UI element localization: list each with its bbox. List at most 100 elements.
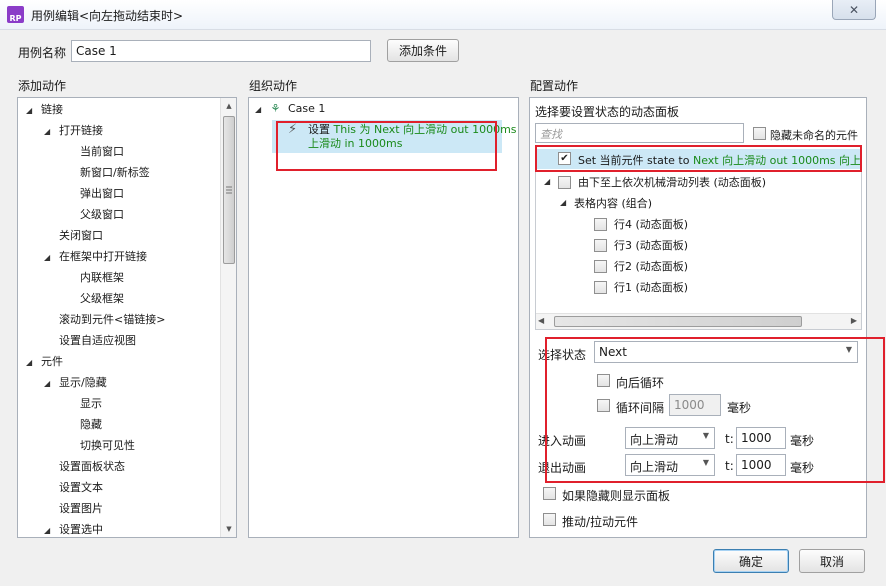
push-pull-checkbox[interactable] bbox=[543, 513, 556, 526]
loop-interval-input[interactable]: 1000 bbox=[669, 394, 721, 416]
search-input[interactable]: 查找 bbox=[535, 123, 744, 143]
action-tree-item-label: 元件 bbox=[41, 355, 63, 368]
select-state-label: 选择状态 bbox=[538, 348, 587, 362]
expand-triangle-icon[interactable]: ◢ bbox=[44, 249, 56, 267]
selected-widget-checkbox[interactable]: ✔ bbox=[558, 152, 571, 165]
ok-button[interactable]: 确定 bbox=[713, 549, 789, 573]
action-tree-item[interactable]: 父级框架 bbox=[62, 290, 124, 308]
enter-animation-dropdown[interactable]: 向上滑动 ▼ bbox=[625, 427, 715, 449]
widget-checkbox[interactable] bbox=[594, 260, 607, 273]
action-tree-item[interactable]: 设置面板状态 bbox=[44, 458, 125, 476]
action-tree-item[interactable]: 内联框架 bbox=[62, 269, 124, 287]
selected-widget-state-detail: Next 向上滑动 out 1000ms 向上滑动 bbox=[692, 154, 862, 167]
collapse-triangle-icon[interactable]: ◢ bbox=[544, 177, 556, 186]
action-tree-item[interactable]: ◢ 链接 bbox=[26, 101, 63, 119]
action-tree-item-label: 父级窗口 bbox=[80, 208, 124, 221]
widget-checkbox[interactable] bbox=[558, 176, 571, 189]
selected-widget-row[interactable]: ✔ Set 当前元件 state to Next 向上滑动 out 1000ms… bbox=[536, 149, 861, 169]
action-tree-item-label: 设置文本 bbox=[59, 481, 103, 494]
widget-tree-item-label[interactable]: 行3 (动态面板) bbox=[614, 237, 688, 255]
add-actions-heading: 添加动作 bbox=[18, 79, 67, 93]
action-tree-scrollbar[interactable]: ▲ ▼ bbox=[220, 98, 236, 537]
widget-checkbox[interactable] bbox=[594, 281, 607, 294]
search-placeholder: 查找 bbox=[540, 128, 562, 141]
action-tree-item[interactable]: 父级窗口 bbox=[62, 206, 124, 224]
action-tree-item[interactable]: 切换可见性 bbox=[62, 437, 135, 455]
action-tree-item[interactable]: ◢ 元件 bbox=[26, 353, 63, 371]
action-tree-item-label: 弹出窗口 bbox=[80, 187, 124, 200]
widget-checkbox[interactable] bbox=[594, 239, 607, 252]
case-tree-icon: ⚘ bbox=[270, 102, 281, 115]
action-tree-item[interactable]: 设置自适应视图 bbox=[44, 332, 136, 350]
add-condition-button[interactable]: 添加条件 bbox=[387, 39, 459, 62]
action-tree-item[interactable]: ◢ 设置选中 bbox=[44, 521, 103, 537]
expand-triangle-icon[interactable]: ◢ bbox=[44, 375, 56, 393]
widget-tree-box: ✔ Set 当前元件 state to Next 向上滑动 out 1000ms… bbox=[535, 146, 862, 330]
action-tree-item[interactable]: ◢ 显示/隐藏 bbox=[44, 374, 107, 392]
loop-interval-checkbox[interactable] bbox=[597, 399, 610, 412]
action-prefix: 设置 bbox=[308, 123, 330, 136]
cancel-button[interactable]: 取消 bbox=[799, 549, 865, 573]
loop-checkbox[interactable] bbox=[597, 374, 610, 387]
scrollbar-thumb[interactable] bbox=[223, 116, 235, 264]
action-tree-item-label: 父级框架 bbox=[80, 292, 124, 305]
expand-triangle-icon[interactable]: ◢ bbox=[26, 354, 38, 372]
action-tree-item[interactable]: 弹出窗口 bbox=[62, 185, 124, 203]
action-tree-item[interactable]: 滚动到元件<锚链接> bbox=[44, 311, 165, 329]
close-window-button[interactable]: ✕ bbox=[832, 0, 876, 20]
show-if-hidden-label: 如果隐藏则显示面板 bbox=[562, 489, 671, 503]
widget-tree-item-label[interactable]: 由下至上依次机械滑动列表 (动态面板) bbox=[578, 174, 766, 192]
action-tree-item[interactable]: 设置文本 bbox=[44, 479, 103, 497]
case-name-input[interactable]: Case 1 bbox=[71, 40, 371, 62]
hide-unnamed-checkbox[interactable] bbox=[753, 127, 766, 140]
action-tree-item[interactable]: 新窗口/新标签 bbox=[62, 164, 150, 182]
widget-tree-item-label[interactable]: 行4 (动态面板) bbox=[614, 216, 688, 234]
select-state-dropdown[interactable]: Next ▼ bbox=[594, 341, 858, 363]
scroll-down-arrow-icon[interactable]: ▼ bbox=[221, 521, 236, 537]
action-tree-item-label: 显示/隐藏 bbox=[59, 376, 107, 389]
scroll-right-arrow-icon[interactable]: ▶ bbox=[851, 316, 857, 325]
enter-time-input[interactable]: 1000 bbox=[736, 427, 786, 449]
configure-actions-panel: 选择要设置状态的动态面板 查找 隐藏未命名的元件 ✔ Set 当前元件 stat… bbox=[529, 97, 867, 538]
widget-tree-hscrollbar[interactable]: ◀ ▶ bbox=[536, 313, 861, 329]
collapse-triangle-icon[interactable]: ◢ bbox=[560, 198, 572, 207]
action-tree-item-label: 在框架中打开链接 bbox=[59, 250, 147, 263]
action-tree-item[interactable]: 设置图片 bbox=[44, 500, 103, 518]
scroll-up-arrow-icon[interactable]: ▲ bbox=[221, 98, 236, 114]
window-title: 用例编辑<向左拖动结束时> bbox=[31, 9, 184, 23]
expand-triangle-icon[interactable]: ◢ bbox=[44, 522, 56, 537]
widget-tree-item-label[interactable]: 行1 (动态面板) bbox=[614, 279, 688, 297]
action-tree-item[interactable]: 隐藏 bbox=[62, 416, 102, 434]
action-tree-item[interactable]: ◢ 打开链接 bbox=[44, 122, 103, 140]
hide-unnamed-label: 隐藏未命名的元件 bbox=[770, 129, 858, 142]
action-tree-item-label: 切换可见性 bbox=[80, 439, 135, 452]
selected-action-row[interactable]: ⚡ 设置 This 为 Next 向上滑动 out 1000ms 向 上滑动 i… bbox=[272, 120, 518, 153]
dropdown-arrow-icon: ▼ bbox=[702, 431, 709, 440]
scroll-left-arrow-icon[interactable]: ◀ bbox=[538, 316, 544, 325]
enter-time-label: t: bbox=[725, 432, 734, 446]
dynamic-panel-heading: 选择要设置状态的动态面板 bbox=[535, 105, 680, 119]
add-actions-panel: ◢ 链接 ◢ 打开链接 当前窗口 新窗口/新标签 弹出窗口 父级窗口 关闭窗口 ◢ 在框架中打开链接… bbox=[17, 97, 237, 538]
action-tree-item-label: 设置选中 bbox=[59, 523, 103, 536]
action-tree-item[interactable]: 当前窗口 bbox=[62, 143, 124, 161]
action-tree-item-label: 设置面板状态 bbox=[59, 460, 125, 473]
expand-triangle-icon[interactable]: ◢ bbox=[26, 102, 38, 120]
show-if-hidden-checkbox[interactable] bbox=[543, 487, 556, 500]
action-description-line1: This 为 Next 向上滑动 out 1000ms 向 bbox=[333, 123, 519, 136]
action-tree-item[interactable]: ◢ 在框架中打开链接 bbox=[44, 248, 147, 266]
loop-interval-label: 循环间隔 bbox=[616, 401, 665, 415]
action-description-line2: 上滑动 in 1000ms bbox=[308, 137, 403, 150]
action-tree-item-label: 显示 bbox=[80, 397, 102, 410]
expand-triangle-icon[interactable]: ◢ bbox=[44, 123, 56, 141]
case-name-label: 用例名称 bbox=[18, 46, 67, 60]
exit-time-input[interactable]: 1000 bbox=[736, 454, 786, 476]
widget-tree-item-label[interactable]: 行2 (动态面板) bbox=[614, 258, 688, 276]
action-tree-item[interactable]: 显示 bbox=[62, 395, 102, 413]
widget-tree-item-label[interactable]: 表格内容 (组合) bbox=[574, 195, 652, 213]
hscroll-thumb[interactable] bbox=[554, 316, 802, 327]
action-tree-item[interactable]: 关闭窗口 bbox=[44, 227, 103, 245]
case-node[interactable]: ◢ ⚘ Case 1 bbox=[255, 100, 325, 118]
action-tree-item-label: 关闭窗口 bbox=[59, 229, 103, 242]
exit-animation-dropdown[interactable]: 向上滑动 ▼ bbox=[625, 454, 715, 476]
widget-checkbox[interactable] bbox=[594, 218, 607, 231]
